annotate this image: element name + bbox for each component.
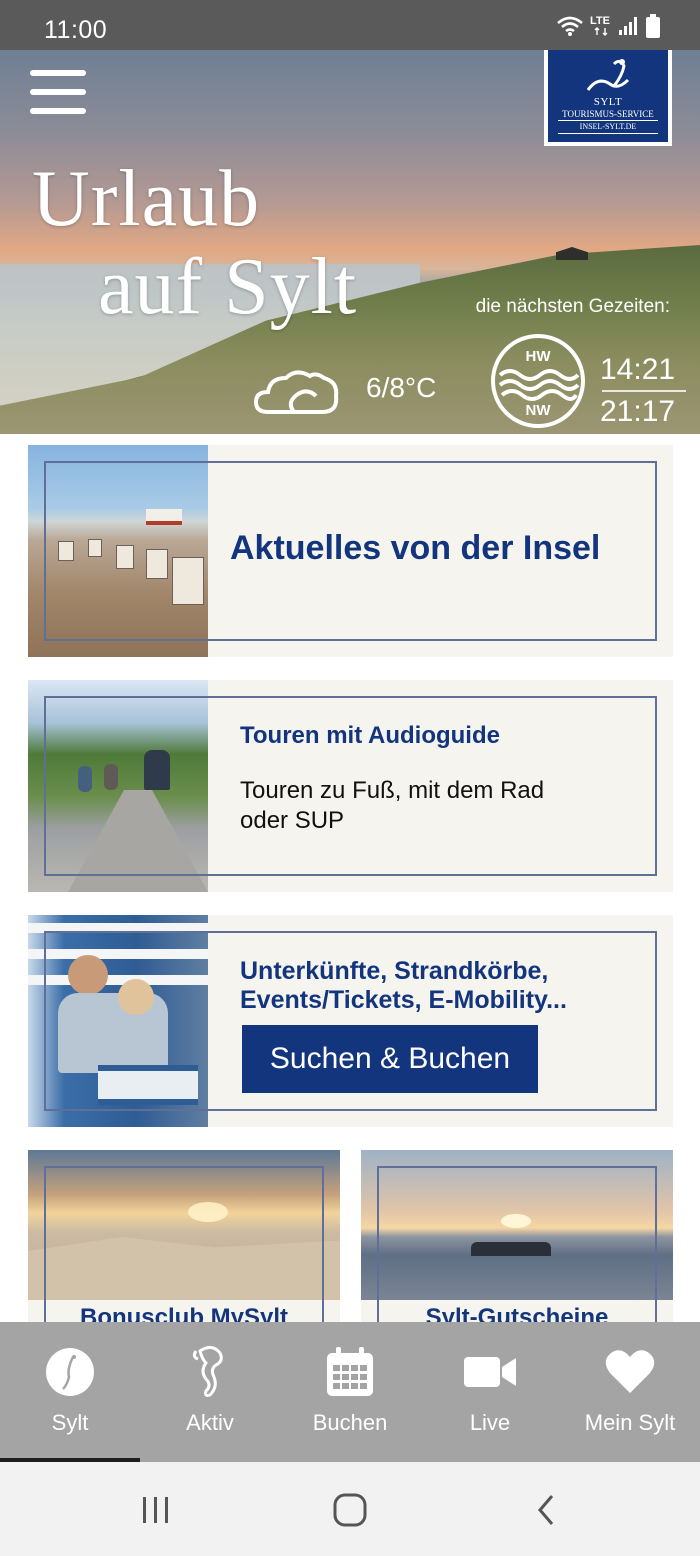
nav-live[interactable]: Live <box>420 1322 560 1462</box>
hero-house <box>556 247 588 260</box>
search-and-book-button[interactable]: Suchen & Buchen <box>242 1025 538 1093</box>
tide-low-time: 21:17 <box>600 395 676 428</box>
status-bar: 11:00 LTE <box>0 0 700 50</box>
svg-text:HW: HW <box>526 348 552 365</box>
tours-title: Touren mit Audioguide <box>240 722 500 749</box>
heart-icon <box>605 1350 655 1393</box>
sylt-logo-mark <box>586 59 630 91</box>
hero-title-line2: auf Sylt <box>98 243 358 331</box>
tours-subtitle: Touren zu Fuß, mit dem Rad oder SUP <box>240 777 545 834</box>
nav-sylt[interactable]: Sylt <box>0 1322 140 1462</box>
nav-live-label: Live <box>469 1410 511 1435</box>
bonusclub-tile[interactable]: Bonusclub MySylt <box>28 1150 340 1350</box>
battery-icon <box>646 14 660 38</box>
vouchers-tile[interactable]: Sylt-Gutscheine <box>361 1150 673 1350</box>
cloud-icon <box>254 370 339 414</box>
back-button[interactable] <box>516 1488 576 1532</box>
nav-aktiv-label: Aktiv <box>186 1410 234 1435</box>
system-navigation-bar <box>0 1462 700 1556</box>
network-type: LTE <box>590 16 612 36</box>
sylt-logo[interactable]: SYLT TOURISMUS-SERVICE INSEL-SYLT.DE <box>544 50 672 146</box>
wifi-icon <box>557 16 583 36</box>
nav-sylt-label: Sylt <box>51 1410 89 1435</box>
nav-aktiv[interactable]: Aktiv <box>140 1322 280 1462</box>
temperature: 6/8°C <box>366 372 437 403</box>
svg-text:NW: NW <box>526 402 552 419</box>
calendar-icon <box>327 1347 373 1396</box>
nav-mein-sylt-label: Mein Sylt <box>584 1410 676 1435</box>
menu-button[interactable] <box>30 70 86 114</box>
back-icon <box>538 1495 554 1525</box>
seahorse-icon <box>192 1346 223 1397</box>
tide-times: 14:21 21:17 <box>600 350 686 432</box>
recent-apps-icon <box>143 1497 168 1523</box>
nav-mein-sylt[interactable]: Mein Sylt <box>560 1322 700 1462</box>
video-camera-icon <box>464 1357 516 1387</box>
signal-icon <box>619 17 637 35</box>
tides-caption: die nächsten Gezeiten: <box>475 296 670 317</box>
hero-banner: SYLT TOURISMUS-SERVICE INSEL-SYLT.DE Url… <box>0 50 700 434</box>
nav-buchen[interactable]: Buchen <box>280 1322 420 1462</box>
tide-separator <box>602 390 686 392</box>
bottom-navigation: Sylt Aktiv Buchen Live Mein Sylt <box>0 1322 700 1462</box>
recent-apps-button[interactable] <box>126 1488 186 1532</box>
tide-icon: HW NW <box>491 334 585 428</box>
tide-high-time: 14:21 <box>600 353 676 386</box>
booking-card[interactable]: Unterkünfte, Strandkörbe, Events/Tickets… <box>28 915 673 1127</box>
news-title: Aktuelles von der Insel <box>230 529 601 567</box>
status-time: 11:00 <box>44 16 108 44</box>
booking-title: Unterkünfte, Strandkörbe, Events/Tickets… <box>240 957 567 1014</box>
tours-card[interactable]: Touren mit Audioguide Touren zu Fuß, mit… <box>28 680 673 892</box>
status-icons: LTE <box>556 14 660 38</box>
app-screen: 11:00 LTE SYLT TOURISMUS-SERVICE INSEL-S… <box>0 0 700 1556</box>
hero-title-line1: Urlaub <box>32 155 261 243</box>
home-icon <box>333 1493 367 1527</box>
home-button[interactable] <box>320 1488 380 1532</box>
news-card[interactable]: Aktuelles von der Insel <box>28 445 673 657</box>
nav-buchen-label: Buchen <box>312 1410 388 1435</box>
sylt-logo-icon <box>46 1348 94 1396</box>
